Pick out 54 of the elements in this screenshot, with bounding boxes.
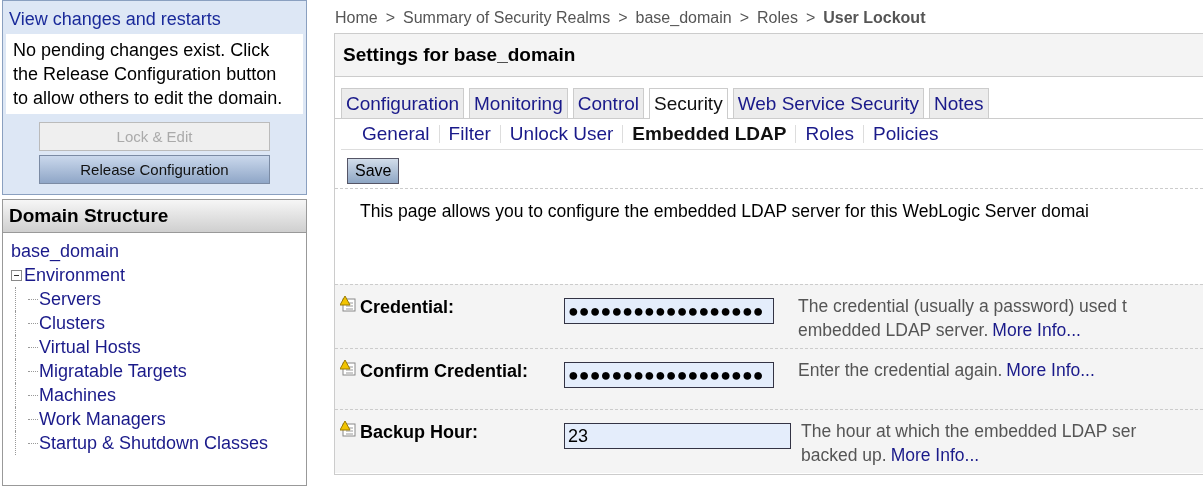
more-info-link[interactable]: More Info... bbox=[890, 445, 980, 465]
help-text: The hour at which the embedded LDAP ser bbox=[801, 421, 1137, 441]
save-button[interactable]: Save bbox=[347, 158, 400, 184]
help-text: The credential (usually a password) used t bbox=[798, 296, 1127, 316]
field-label: Credential: bbox=[359, 296, 456, 319]
tree-item[interactable]: Machines bbox=[39, 383, 117, 407]
status-message: No pending changes exist. Click the Release Configuration button to allow others to edit the domain. bbox=[6, 34, 303, 114]
release-configuration-button[interactable]: Release Configuration bbox=[39, 155, 270, 184]
warning-icon bbox=[340, 296, 356, 312]
tab[interactable]: Notes bbox=[928, 88, 989, 118]
subtab[interactable]: Embedded LDAP bbox=[623, 123, 796, 145]
tree-item[interactable]: Migratable Targets bbox=[39, 359, 187, 383]
tree-item[interactable]: Clusters bbox=[39, 311, 105, 335]
input-field[interactable]: 23 bbox=[564, 423, 791, 449]
tab[interactable]: Security bbox=[649, 88, 728, 119]
warning-icon bbox=[340, 360, 356, 376]
tab[interactable]: Control bbox=[572, 88, 644, 118]
subtab[interactable]: Roles bbox=[796, 123, 864, 145]
tree-item[interactable]: Startup & Shutdown Classes bbox=[39, 431, 269, 455]
input-field[interactable]: ●●●●●●●●●●●●●●●●●● bbox=[564, 298, 774, 324]
warning-icon bbox=[340, 421, 356, 437]
collapse-icon[interactable] bbox=[11, 269, 22, 281]
tab[interactable]: Web Service Security bbox=[732, 88, 924, 118]
breadcrumb-separator: > bbox=[385, 9, 396, 27]
tree-item[interactable]: Servers bbox=[39, 287, 101, 311]
breadcrumb-current: User Lockout bbox=[823, 9, 926, 27]
breadcrumb-separator: > bbox=[805, 9, 816, 27]
breadcrumb-link[interactable]: Roles bbox=[756, 9, 798, 27]
tree-item[interactable]: Virtual Hosts bbox=[39, 335, 141, 359]
more-info-link[interactable]: More Info... bbox=[1006, 360, 1095, 380]
help-text: backed up. bbox=[801, 445, 887, 465]
breadcrumb-link[interactable]: Summary of Security Realms bbox=[403, 9, 611, 27]
subtab[interactable]: General bbox=[353, 123, 439, 145]
more-info-link[interactable]: More Info... bbox=[992, 320, 1081, 340]
panel-title: Domain Structure bbox=[3, 200, 306, 233]
settings-title: Settings for base_domain bbox=[335, 34, 1203, 77]
tree-item[interactable]: Environment bbox=[24, 263, 126, 287]
field-label: Backup Hour: bbox=[359, 421, 479, 444]
breadcrumb-separator: > bbox=[618, 9, 628, 27]
breadcrumb-link[interactable]: base_domain bbox=[635, 9, 732, 27]
breadcrumb-separator: > bbox=[739, 9, 749, 27]
field-label: Confirm Credential: bbox=[359, 360, 529, 383]
tree-item[interactable]: base_domain bbox=[11, 239, 120, 263]
subtab[interactable]: Unlock User bbox=[500, 123, 623, 145]
panel-title-link[interactable]: View changes and restarts bbox=[3, 1, 306, 34]
tree-item[interactable]: Work Managers bbox=[39, 407, 166, 431]
tab[interactable]: Monitoring bbox=[469, 88, 568, 118]
help-text: embedded LDAP server. bbox=[798, 320, 989, 340]
breadcrumb-link[interactable]: Home bbox=[335, 9, 378, 27]
tab[interactable]: Configuration bbox=[341, 88, 465, 118]
input-field[interactable]: ●●●●●●●●●●●●●●●●●● bbox=[564, 362, 774, 388]
subtab[interactable]: Policies bbox=[864, 123, 948, 145]
help-text: Enter the credential again. bbox=[798, 360, 1003, 380]
subtab[interactable]: Filter bbox=[439, 123, 500, 145]
